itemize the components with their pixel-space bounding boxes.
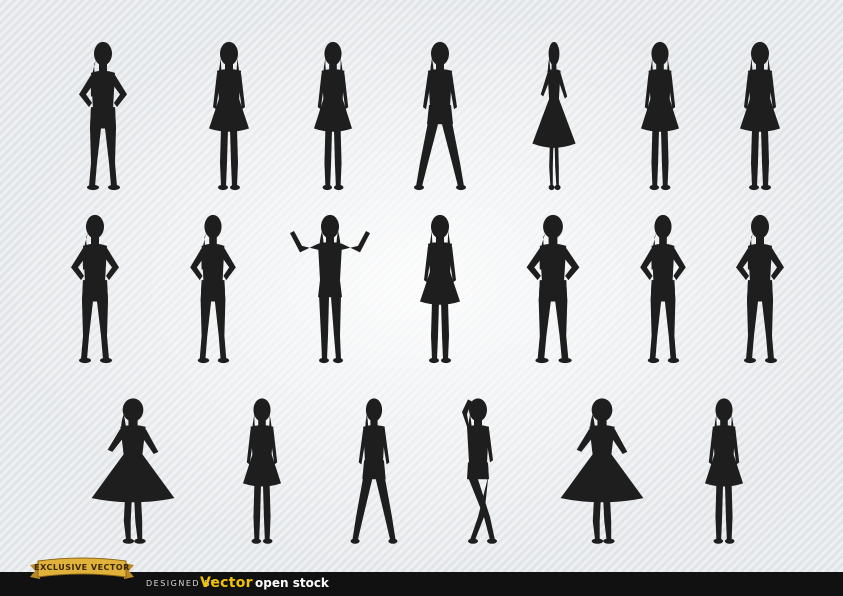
silhouette-15 (91, 398, 175, 544)
women-silhouettes-group (71, 41, 784, 544)
silhouette-7 (740, 41, 780, 191)
silhouette-18 (462, 398, 497, 544)
silhouette-5 (532, 41, 576, 191)
silhouette-10 (290, 214, 370, 364)
exclusive-vector-badge-text: EXCLUSIVE VECTOR (34, 563, 130, 572)
silhouette-17 (350, 398, 398, 544)
silhouette-2 (209, 41, 249, 191)
silhouette-1 (79, 41, 127, 191)
silhouette-9 (190, 214, 236, 364)
silhouette-14 (736, 214, 784, 364)
brand-logo-openstock: open stock (255, 576, 329, 590)
silhouette-19 (560, 398, 644, 544)
silhouette-3 (314, 41, 352, 191)
silhouette-12 (526, 214, 580, 364)
silhouette-8 (71, 214, 119, 364)
silhouette-11 (420, 214, 460, 364)
silhouette-20 (705, 398, 743, 544)
brand-logo-vector: Vector (200, 575, 253, 591)
silhouette-6 (641, 41, 679, 191)
silhouette-16 (243, 398, 281, 544)
silhouette-13 (640, 214, 686, 364)
silhouette-4 (414, 41, 466, 191)
